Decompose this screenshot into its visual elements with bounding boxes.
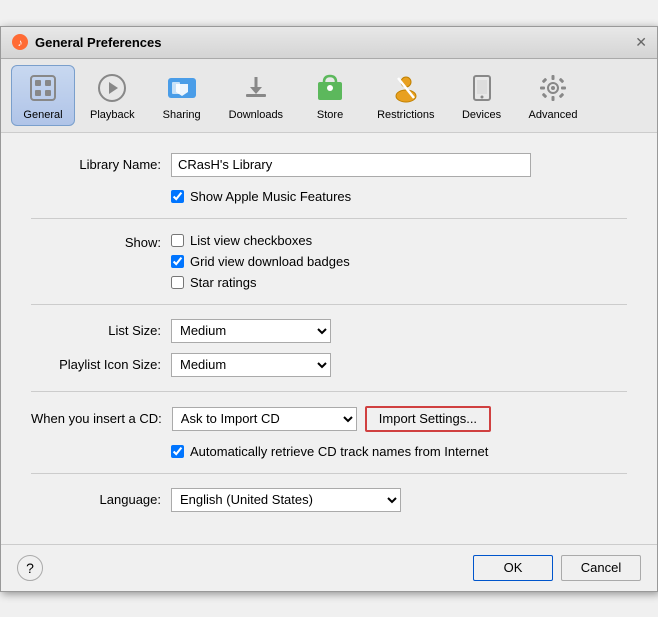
title-bar: ♪ General Preferences ✕ bbox=[1, 27, 657, 59]
tab-advanced[interactable]: Advanced bbox=[518, 65, 589, 126]
cd-select[interactable]: Ask to Import CD Import CD Import CD and… bbox=[172, 407, 357, 431]
list-view-label: List view checkboxes bbox=[190, 233, 312, 248]
tab-restrictions-label: Restrictions bbox=[377, 109, 434, 121]
ok-button[interactable]: OK bbox=[473, 555, 553, 581]
tab-downloads-label: Downloads bbox=[229, 109, 283, 121]
tab-playback-label: Playback bbox=[90, 109, 135, 121]
footer: ? OK Cancel bbox=[1, 544, 657, 591]
cd-insert-row: When you insert a CD: Ask to Import CD I… bbox=[31, 406, 627, 432]
devices-icon bbox=[464, 70, 500, 106]
tab-sharing-label: Sharing bbox=[163, 109, 201, 121]
tab-downloads[interactable]: Downloads bbox=[218, 65, 294, 126]
advanced-icon bbox=[535, 70, 571, 106]
divider-2 bbox=[31, 304, 627, 305]
auto-retrieve-label: Automatically retrieve CD track names fr… bbox=[190, 444, 488, 459]
grid-view-label: Grid view download badges bbox=[190, 254, 350, 269]
tab-restrictions[interactable]: Restrictions bbox=[366, 65, 445, 126]
language-label: Language: bbox=[31, 492, 161, 507]
apple-music-label: Show Apple Music Features bbox=[190, 189, 351, 204]
divider-3 bbox=[31, 391, 627, 392]
show-label: Show: bbox=[31, 233, 161, 250]
apple-music-checkbox[interactable] bbox=[171, 190, 184, 203]
store-icon bbox=[312, 70, 348, 106]
playlist-icon-size-select[interactable]: Small Medium Large bbox=[171, 353, 331, 377]
tab-playback[interactable]: Playback bbox=[79, 65, 146, 126]
svg-text:♪: ♪ bbox=[18, 38, 23, 49]
auto-retrieve-row: Automatically retrieve CD track names fr… bbox=[171, 444, 627, 459]
tab-store-label: Store bbox=[317, 109, 343, 121]
sharing-icon bbox=[164, 70, 200, 106]
cancel-button[interactable]: Cancel bbox=[561, 555, 641, 581]
content-area: Library Name: Show Apple Music Features … bbox=[1, 133, 657, 544]
show-section: Show: List view checkboxes Grid view dow… bbox=[31, 233, 627, 290]
library-name-label: Library Name: bbox=[31, 157, 161, 172]
star-ratings-row: Star ratings bbox=[171, 275, 350, 290]
grid-view-row: Grid view download badges bbox=[171, 254, 350, 269]
downloads-icon bbox=[238, 70, 274, 106]
playlist-icon-size-label: Playlist Icon Size: bbox=[31, 357, 161, 372]
apple-music-row: Show Apple Music Features bbox=[171, 189, 627, 204]
tab-devices-label: Devices bbox=[462, 109, 501, 121]
list-size-label: List Size: bbox=[31, 323, 161, 338]
app-icon: ♪ bbox=[11, 33, 29, 51]
footer-right: OK Cancel bbox=[473, 555, 641, 581]
grid-view-checkbox[interactable] bbox=[171, 255, 184, 268]
divider-4 bbox=[31, 473, 627, 474]
star-ratings-checkbox[interactable] bbox=[171, 276, 184, 289]
tab-general-label: General bbox=[23, 109, 62, 121]
star-ratings-label: Star ratings bbox=[190, 275, 256, 290]
preferences-window: ♪ General Preferences ✕ General bbox=[0, 26, 658, 592]
toolbar: General Playback Sharing bbox=[1, 59, 657, 133]
show-options: List view checkboxes Grid view download … bbox=[171, 233, 350, 290]
restrictions-icon bbox=[388, 70, 424, 106]
list-view-row: List view checkboxes bbox=[171, 233, 350, 248]
tab-sharing[interactable]: Sharing bbox=[150, 65, 214, 126]
library-name-row: Library Name: bbox=[31, 153, 627, 177]
playlist-icon-size-row: Playlist Icon Size: Small Medium Large bbox=[31, 353, 627, 377]
help-button[interactable]: ? bbox=[17, 555, 43, 581]
window-title: General Preferences bbox=[35, 35, 161, 50]
library-name-input[interactable] bbox=[171, 153, 531, 177]
tab-devices[interactable]: Devices bbox=[450, 65, 514, 126]
general-icon bbox=[25, 70, 61, 106]
list-view-checkbox[interactable] bbox=[171, 234, 184, 247]
divider-1 bbox=[31, 218, 627, 219]
tab-advanced-label: Advanced bbox=[529, 109, 578, 121]
language-select[interactable]: English (United States) English (UK) Esp… bbox=[171, 488, 401, 512]
list-size-select[interactable]: Small Medium Large bbox=[171, 319, 331, 343]
playback-icon bbox=[94, 70, 130, 106]
tab-store[interactable]: Store bbox=[298, 65, 362, 126]
list-size-row: List Size: Small Medium Large bbox=[31, 319, 627, 343]
cd-label: When you insert a CD: bbox=[31, 411, 162, 426]
close-button[interactable]: ✕ bbox=[635, 35, 647, 49]
import-settings-button[interactable]: Import Settings... bbox=[365, 406, 491, 432]
auto-retrieve-checkbox[interactable] bbox=[171, 445, 184, 458]
footer-left: ? bbox=[17, 555, 43, 581]
tab-general[interactable]: General bbox=[11, 65, 75, 126]
language-row: Language: English (United States) Englis… bbox=[31, 488, 627, 512]
